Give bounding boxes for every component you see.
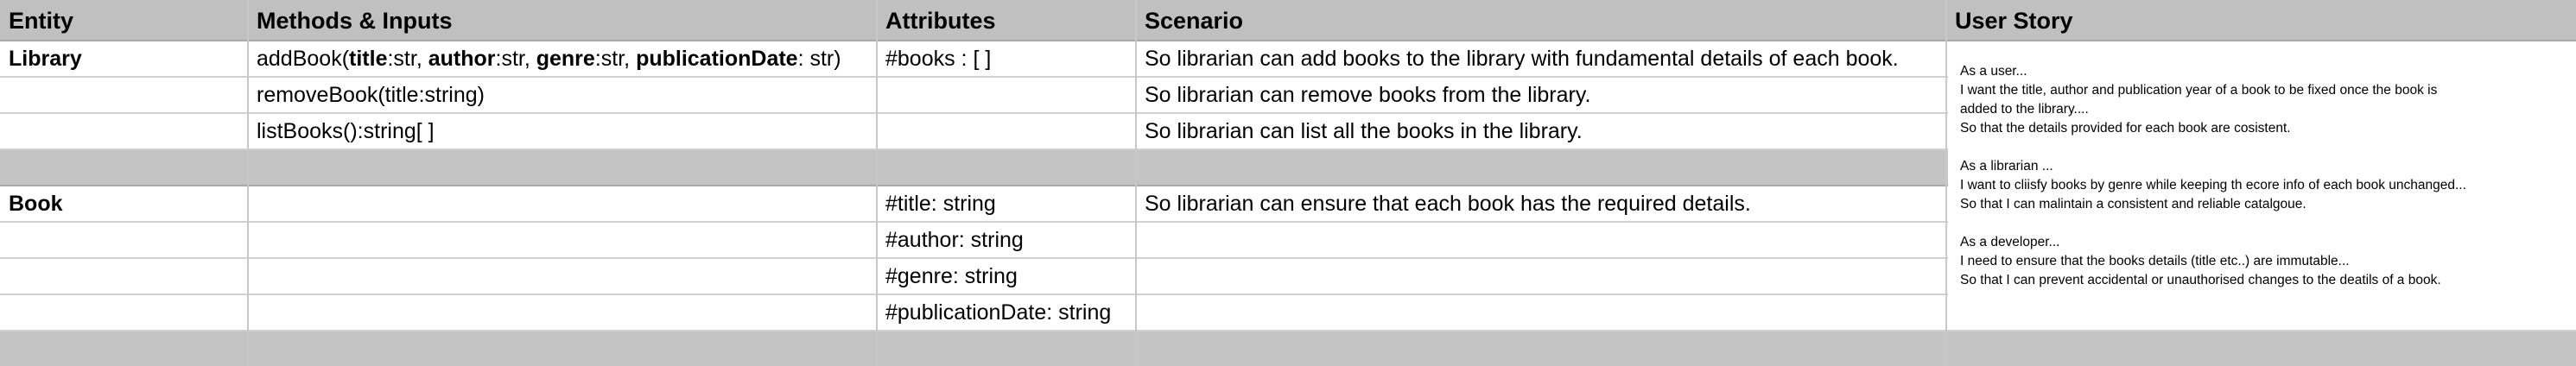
attribute-cell[interactable]: #genre: string (877, 259, 1136, 293)
scenario-cell[interactable]: So librarian can add books to the librar… (1136, 41, 1946, 76)
attribute-cell[interactable]: #author: string (877, 223, 1136, 257)
user-story-developer: As a developer... I need to ensure that … (1960, 233, 2576, 290)
entity-cell[interactable] (0, 114, 248, 148)
method-cell[interactable]: removeBook(title:string) (248, 78, 877, 112)
story-line: I want the title, author and publication… (1960, 83, 2438, 98)
story-line: So that I can malintain a consistent and… (1960, 197, 2306, 211)
scenario-cell[interactable]: So librarian can list all the books in t… (1136, 114, 1946, 148)
header-methods-inputs[interactable]: Methods & Inputs (248, 0, 877, 40)
scenario-cell[interactable]: So librarian can ensure that each book h… (1136, 186, 1946, 221)
method-cell[interactable]: addBook(title:str, author:str, genre:str… (248, 41, 877, 76)
method-cell[interactable]: listBooks():string[ ] (248, 114, 877, 148)
method-part: :str, (594, 47, 637, 71)
story-line: So that I can prevent accidental or unau… (1960, 273, 2441, 287)
entity-cell[interactable]: Book (0, 186, 248, 221)
story-line: As a librarian ... (1960, 159, 2053, 174)
separator-row[interactable] (0, 331, 2576, 366)
method-part: :str, (387, 47, 428, 71)
header-row: Entity Methods & Inputs Attributes Scena… (0, 0, 2576, 41)
column-divider (876, 0, 878, 366)
column-divider (1135, 0, 1137, 366)
scenario-cell[interactable] (1136, 259, 1946, 293)
scenario-cell[interactable] (1136, 295, 1946, 330)
method-cell[interactable] (248, 259, 877, 293)
story-line: added to the library.... (1960, 102, 2089, 117)
story-line: So that the details provided for each bo… (1960, 121, 2291, 136)
user-story-merged-cell[interactable]: As a user... I want the title, author an… (1948, 41, 2576, 330)
spreadsheet: Entity Methods & Inputs Attributes Scena… (0, 0, 2576, 366)
scenario-cell[interactable] (1136, 223, 1946, 257)
method-part: genre (536, 47, 595, 71)
attribute-cell[interactable]: #books : [ ] (877, 41, 1136, 76)
story-line: As a developer... (1960, 235, 2060, 249)
column-divider (247, 0, 249, 366)
header-attributes[interactable]: Attributes (877, 0, 1136, 40)
story-line: I need to ensure that the books details … (1960, 254, 2350, 268)
method-part: : str) (797, 47, 841, 71)
attribute-cell[interactable] (877, 78, 1136, 112)
method-part: title (349, 47, 388, 71)
entity-cell[interactable] (0, 259, 248, 293)
column-divider (1945, 0, 1947, 366)
attribute-cell[interactable]: #title: string (877, 186, 1136, 221)
method-part: addBook( (257, 47, 350, 71)
story-line: As a user... (1960, 64, 2027, 79)
method-part: author (428, 47, 496, 71)
scenario-cell[interactable]: So librarian can remove books from the l… (1136, 78, 1946, 112)
method-cell[interactable] (248, 295, 877, 330)
user-story-librarian: As a librarian ... I want to cliisfy boo… (1960, 157, 2576, 214)
entity-cell[interactable] (0, 78, 248, 112)
method-cell[interactable] (248, 223, 877, 257)
header-entity[interactable]: Entity (0, 0, 248, 40)
attribute-cell[interactable] (877, 114, 1136, 148)
user-story-user: As a user... I want the title, author an… (1960, 62, 2576, 138)
method-part: publicationDate (636, 47, 798, 71)
header-user-story[interactable]: User Story (1946, 0, 2576, 40)
method-cell[interactable] (248, 186, 877, 221)
entity-cell[interactable] (0, 223, 248, 257)
entity-cell[interactable]: Library (0, 41, 248, 76)
attribute-cell[interactable]: #publicationDate: string (877, 295, 1136, 330)
header-scenario[interactable]: Scenario (1136, 0, 1946, 40)
story-line: I want to cliisfy books by genre while k… (1960, 178, 2466, 192)
entity-cell[interactable] (0, 295, 248, 330)
method-part: :str, (495, 47, 536, 71)
